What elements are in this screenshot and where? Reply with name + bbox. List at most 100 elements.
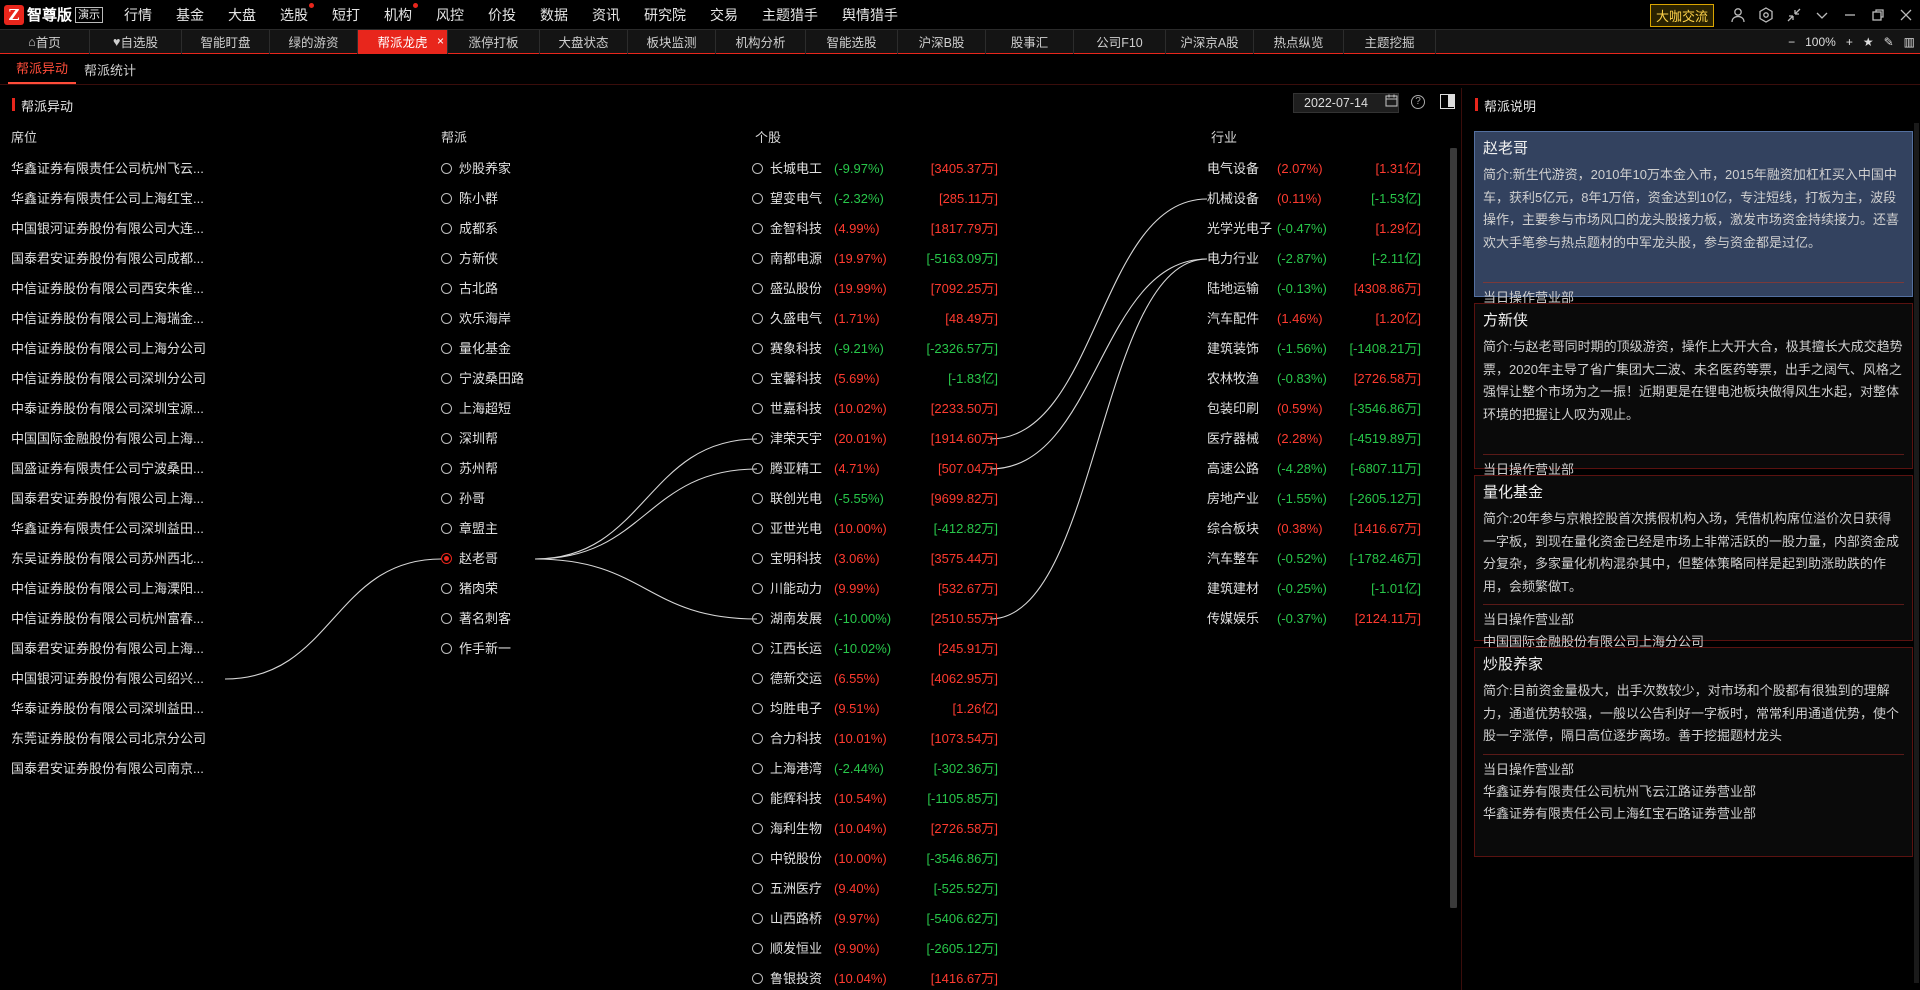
gang-row[interactable]: 宁波桑田路 xyxy=(441,364,524,394)
stock-row[interactable]: 顺发恒业 (9.90%) [-2605.12万] xyxy=(752,934,998,964)
stock-row[interactable]: 海利生物 (10.04%) [2726.58万] xyxy=(752,814,998,844)
gang-row[interactable]: 苏州帮 xyxy=(441,454,524,484)
menu-item[interactable]: 短打 xyxy=(332,5,360,25)
radio-icon[interactable] xyxy=(752,493,763,505)
tab-11[interactable]: 股事汇 xyxy=(986,29,1074,54)
industry-row[interactable]: 汽车整车 (-0.52%) [-1782.46万] xyxy=(1207,544,1421,574)
stock-row[interactable]: 盛弘股份 (19.99%) [7092.25万] xyxy=(752,274,998,304)
stock-row[interactable]: 上海港湾 (-2.44%) [-302.36万] xyxy=(752,754,998,784)
radio-icon[interactable] xyxy=(441,493,452,505)
gang-row[interactable]: 上海超短 xyxy=(441,394,524,424)
gang-card[interactable]: 量化基金 简介:20年参与京粮控股首次携假机构入场，凭借机构席位溢价次日获得一字板… xyxy=(1474,475,1913,649)
industry-row[interactable]: 高速公路 (-4.28%) [-6807.11万] xyxy=(1207,454,1421,484)
tab-close-icon[interactable]: × xyxy=(437,34,444,48)
industry-row[interactable]: 电气设备 (2.07%) [1.31亿] xyxy=(1207,154,1421,184)
tab-14[interactable]: 热点纵览 xyxy=(1254,29,1344,54)
stock-row[interactable]: 江西长运 (-10.02%) [245.91万] xyxy=(752,634,998,664)
radio-icon[interactable] xyxy=(752,523,763,535)
gang-row[interactable]: 炒股养家 xyxy=(441,154,524,184)
radio-icon[interactable] xyxy=(752,973,763,985)
seat-row[interactable]: 国泰君安证券股份有限公司成都... xyxy=(11,244,231,274)
app-logo[interactable]: Z 智尊版 演示 xyxy=(0,0,112,30)
stock-row[interactable]: 腾亚精工 (4.71%) [507.04万] xyxy=(752,454,998,484)
subtab-0[interactable]: 帮派异动 xyxy=(8,58,77,84)
radio-icon[interactable] xyxy=(441,343,452,355)
minimize-icon[interactable] xyxy=(1836,0,1864,30)
stock-row[interactable]: 合力科技 (10.01%) [1073.54万] xyxy=(752,724,998,754)
gang-row[interactable]: 作手新一 xyxy=(441,634,524,664)
industry-row[interactable]: 建筑建材 (-0.25%) [-1.01亿] xyxy=(1207,574,1421,604)
radio-icon[interactable] xyxy=(441,253,452,265)
tab-13[interactable]: 沪深京A股 xyxy=(1166,29,1254,54)
gang-row[interactable]: 深圳帮 xyxy=(441,424,524,454)
sidebar-toggle-icon[interactable]: ▥ xyxy=(1904,35,1915,49)
stock-row[interactable]: 五洲医疗 (9.40%) [-525.52万] xyxy=(752,874,998,904)
radio-icon[interactable] xyxy=(441,523,452,535)
radio-icon[interactable] xyxy=(441,553,452,565)
menu-item[interactable]: 行情 xyxy=(124,5,152,25)
stock-row[interactable]: 津荣天宇 (20.01%) [1914.60万] xyxy=(752,424,998,454)
seat-row[interactable]: 国泰君安证券股份有限公司上海... xyxy=(11,484,231,514)
tab-3[interactable]: 绿的游资 xyxy=(270,29,358,54)
stock-row[interactable]: 川能动力 (9.99%) [532.67万] xyxy=(752,574,998,604)
settings-icon[interactable] xyxy=(1752,0,1780,30)
radio-icon[interactable] xyxy=(752,763,763,775)
industry-row[interactable]: 汽车配件 (1.46%) [1.20亿] xyxy=(1207,304,1421,334)
menu-item[interactable]: 舆情猎手 xyxy=(842,5,898,25)
stock-row[interactable]: 山西路桥 (9.97%) [-5406.62万] xyxy=(752,904,998,934)
stock-row[interactable]: 湖南发展 (-10.00%) [2510.55万] xyxy=(752,604,998,634)
gang-row[interactable]: 量化基金 xyxy=(441,334,524,364)
radio-icon[interactable] xyxy=(752,883,763,895)
tab-12[interactable]: 公司F10 xyxy=(1074,29,1166,54)
tab-5[interactable]: 涨停打板 xyxy=(448,29,540,54)
radio-icon[interactable] xyxy=(441,223,452,235)
stock-row[interactable]: 宝明科技 (3.06%) [3575.44万] xyxy=(752,544,998,574)
stock-row[interactable]: 长城电工 (-9.97%) [3405.37万] xyxy=(752,154,998,184)
daka-exchange-button[interactable]: 大咖交流 xyxy=(1649,3,1714,27)
gang-card[interactable]: 方新侠 简介:与赵老哥同时期的顶级游资，操作上大开大合，极其擅长大成交趋势票，20… xyxy=(1474,303,1913,499)
seat-row[interactable]: 中泰证券股份有限公司深圳宝源... xyxy=(11,394,231,424)
seat-row[interactable]: 中国银河证券股份有限公司绍兴... xyxy=(11,664,231,694)
help-icon[interactable]: ? xyxy=(1411,95,1425,109)
industry-row[interactable]: 综合板块 (0.38%) [1416.67万] xyxy=(1207,514,1421,544)
tab-1[interactable]: ♥ 自选股 xyxy=(90,29,182,54)
radio-icon[interactable] xyxy=(752,853,763,865)
seat-row[interactable]: 华鑫证券有限责任公司杭州飞云... xyxy=(11,154,231,184)
layout-toggle-icon[interactable] xyxy=(1440,94,1455,109)
industry-row[interactable]: 传媒娱乐 (-0.37%) [2124.11万] xyxy=(1207,604,1421,634)
radio-icon[interactable] xyxy=(752,373,763,385)
seat-row[interactable]: 国盛证券有限责任公司宁波桑田... xyxy=(11,454,231,484)
radio-icon[interactable] xyxy=(441,163,452,175)
seat-row[interactable]: 东莞证券股份有限公司北京分公司 xyxy=(11,724,231,754)
radio-icon[interactable] xyxy=(752,673,763,685)
seat-row[interactable]: 中信证券股份有限公司深圳分公司 xyxy=(11,364,231,394)
seat-row[interactable]: 国泰君安证券股份有限公司南京... xyxy=(11,754,231,784)
seat-row[interactable]: 华鑫证券有限责任公司深圳益田... xyxy=(11,514,231,544)
close-icon[interactable] xyxy=(1892,0,1920,30)
seat-row[interactable]: 中信证券股份有限公司杭州富春... xyxy=(11,604,231,634)
radio-icon[interactable] xyxy=(752,793,763,805)
radio-icon[interactable] xyxy=(752,163,763,175)
radio-icon[interactable] xyxy=(752,403,763,415)
industry-row[interactable]: 农林牧渔 (-0.83%) [2726.58万] xyxy=(1207,364,1421,394)
radio-icon[interactable] xyxy=(441,463,452,475)
star-icon[interactable]: ★ xyxy=(1863,35,1874,49)
user-icon[interactable] xyxy=(1724,0,1752,30)
tab-9[interactable]: 智能选股 xyxy=(806,29,898,54)
seat-row[interactable]: 华泰证券股份有限公司深圳益田... xyxy=(11,694,231,724)
seat-row[interactable]: 东吴证券股份有限公司苏州西北... xyxy=(11,544,231,574)
industry-row[interactable]: 包装印刷 (0.59%) [-3546.86万] xyxy=(1207,394,1421,424)
radio-icon[interactable] xyxy=(441,403,452,415)
radio-icon[interactable] xyxy=(752,733,763,745)
subtab-1[interactable]: 帮派统计 xyxy=(76,60,144,84)
stock-row[interactable]: 金智科技 (4.99%) [1817.79万] xyxy=(752,214,998,244)
seat-row[interactable]: 中信证券股份有限公司上海瑞金... xyxy=(11,304,231,334)
radio-icon[interactable] xyxy=(752,943,763,955)
right-scrollbar[interactable] xyxy=(1914,123,1919,983)
radio-icon[interactable] xyxy=(752,703,763,715)
tab-7[interactable]: 板块监测 xyxy=(628,29,716,54)
industry-row[interactable]: 电力行业 (-2.87%) [-2.11亿] xyxy=(1207,244,1421,274)
chevron-down-icon[interactable] xyxy=(1808,0,1836,30)
gang-row[interactable]: 章盟主 xyxy=(441,514,524,544)
tab-10[interactable]: 沪深B股 xyxy=(898,29,986,54)
